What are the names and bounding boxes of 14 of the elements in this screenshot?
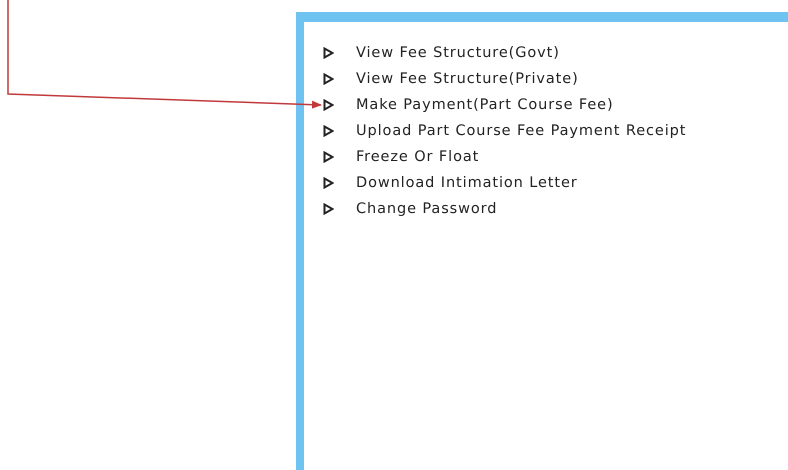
triangle-icon xyxy=(323,73,334,85)
menu-link[interactable]: View Fee Structure(Govt) xyxy=(356,45,560,61)
triangle-icon xyxy=(323,125,334,137)
menu-link[interactable]: Upload Part Course Fee Payment Receipt xyxy=(356,123,686,139)
triangle-icon xyxy=(323,99,334,111)
menu-link[interactable]: Download Intimation Letter xyxy=(356,175,578,191)
triangle-icon xyxy=(323,203,334,215)
menu-link[interactable]: View Fee Structure(Private) xyxy=(356,71,579,87)
triangle-icon xyxy=(323,151,334,163)
triangle-icon xyxy=(323,177,334,189)
menu-link[interactable]: Freeze Or Float xyxy=(356,149,480,165)
triangle-icon xyxy=(323,47,334,59)
menu-link[interactable]: Change Password xyxy=(356,201,498,217)
menu-link[interactable]: Make Payment(Part Course Fee) xyxy=(356,97,614,113)
